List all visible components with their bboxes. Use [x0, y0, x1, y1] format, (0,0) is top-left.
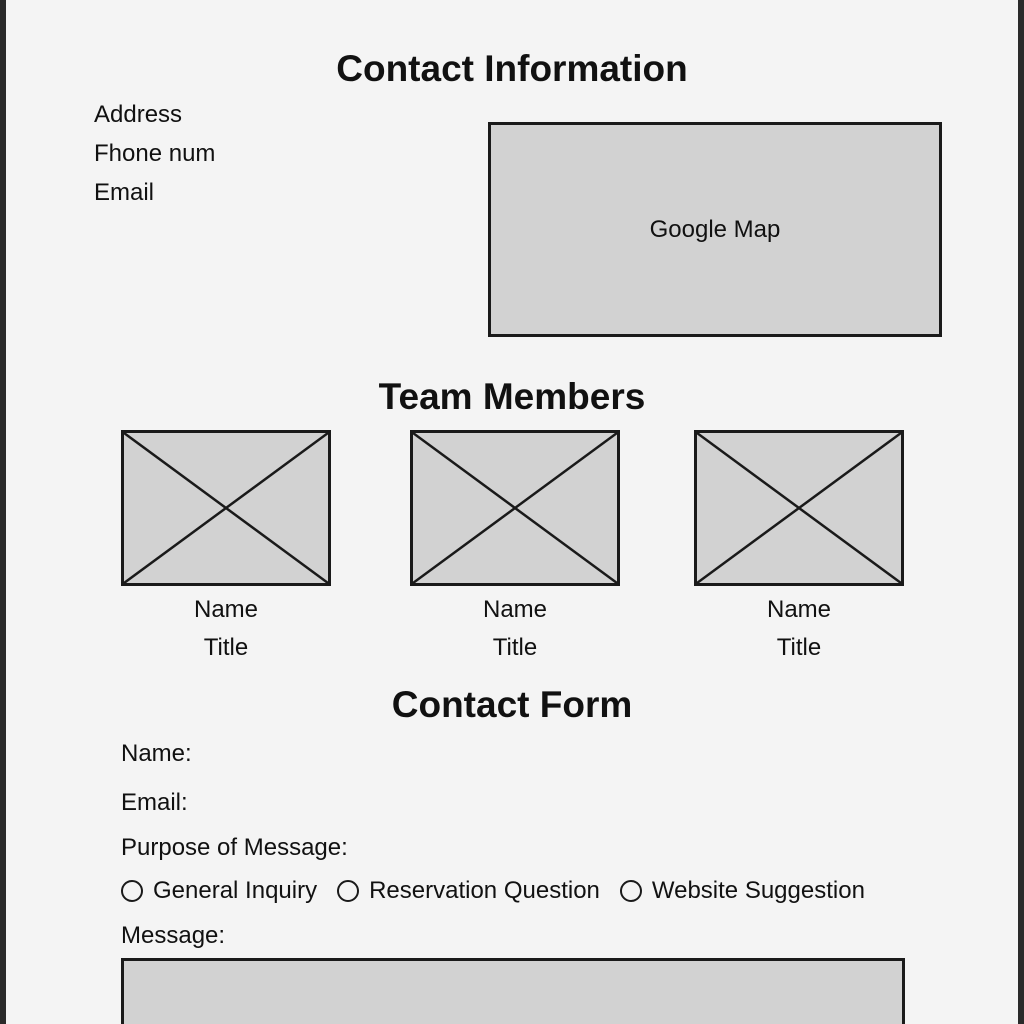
member-title: Title — [492, 634, 538, 661]
member-title: Title — [776, 634, 822, 661]
radio-general-inquiry[interactable]: General Inquiry — [121, 877, 317, 905]
team-member-card: Name Title — [694, 430, 904, 662]
radio-label: General Inquiry — [153, 877, 318, 904]
message-field-label: Message: — [121, 922, 226, 949]
message-textarea[interactable] — [121, 958, 905, 1024]
page-frame-right — [1018, 0, 1024, 1024]
purpose-radio-group: General Inquiry Reservation Question Web… — [121, 877, 885, 905]
member-photo-placeholder-icon — [410, 430, 620, 586]
radio-button[interactable] — [337, 880, 360, 902]
google-map-placeholder[interactable]: Google Map — [488, 122, 942, 337]
radio-reservation-question[interactable]: Reservation Question — [337, 877, 600, 905]
address-text: Address — [94, 101, 183, 128]
email-field-label: Email: — [121, 789, 188, 816]
team-members-heading: Team Members — [378, 376, 646, 417]
member-photo-placeholder-icon — [694, 430, 904, 586]
member-name: Name — [766, 596, 832, 623]
radio-button[interactable] — [619, 880, 642, 902]
radio-button[interactable] — [121, 880, 143, 902]
contact-info-heading: Contact Information — [336, 48, 688, 89]
member-name: Name — [482, 596, 548, 623]
member-title: Title — [203, 634, 249, 661]
map-label: Google Map — [649, 215, 781, 243]
contact-form-heading: Contact Form — [391, 684, 633, 725]
name-field-label: Name: — [121, 740, 192, 767]
radio-label: Reservation Question — [369, 877, 600, 904]
radio-website-suggestion[interactable]: Website Suggestion — [619, 877, 865, 905]
member-photo-placeholder-icon — [121, 430, 331, 586]
purpose-label: Purpose of Message: — [121, 834, 348, 861]
team-member-card: Name Title — [410, 430, 620, 662]
email-text: Email — [94, 179, 155, 206]
team-member-card: Name Title — [121, 430, 331, 662]
member-name: Name — [193, 596, 259, 623]
radio-label: Website Suggestion — [651, 877, 865, 904]
page-frame-left — [0, 0, 6, 1024]
phone-text: Fhone num — [94, 140, 216, 167]
